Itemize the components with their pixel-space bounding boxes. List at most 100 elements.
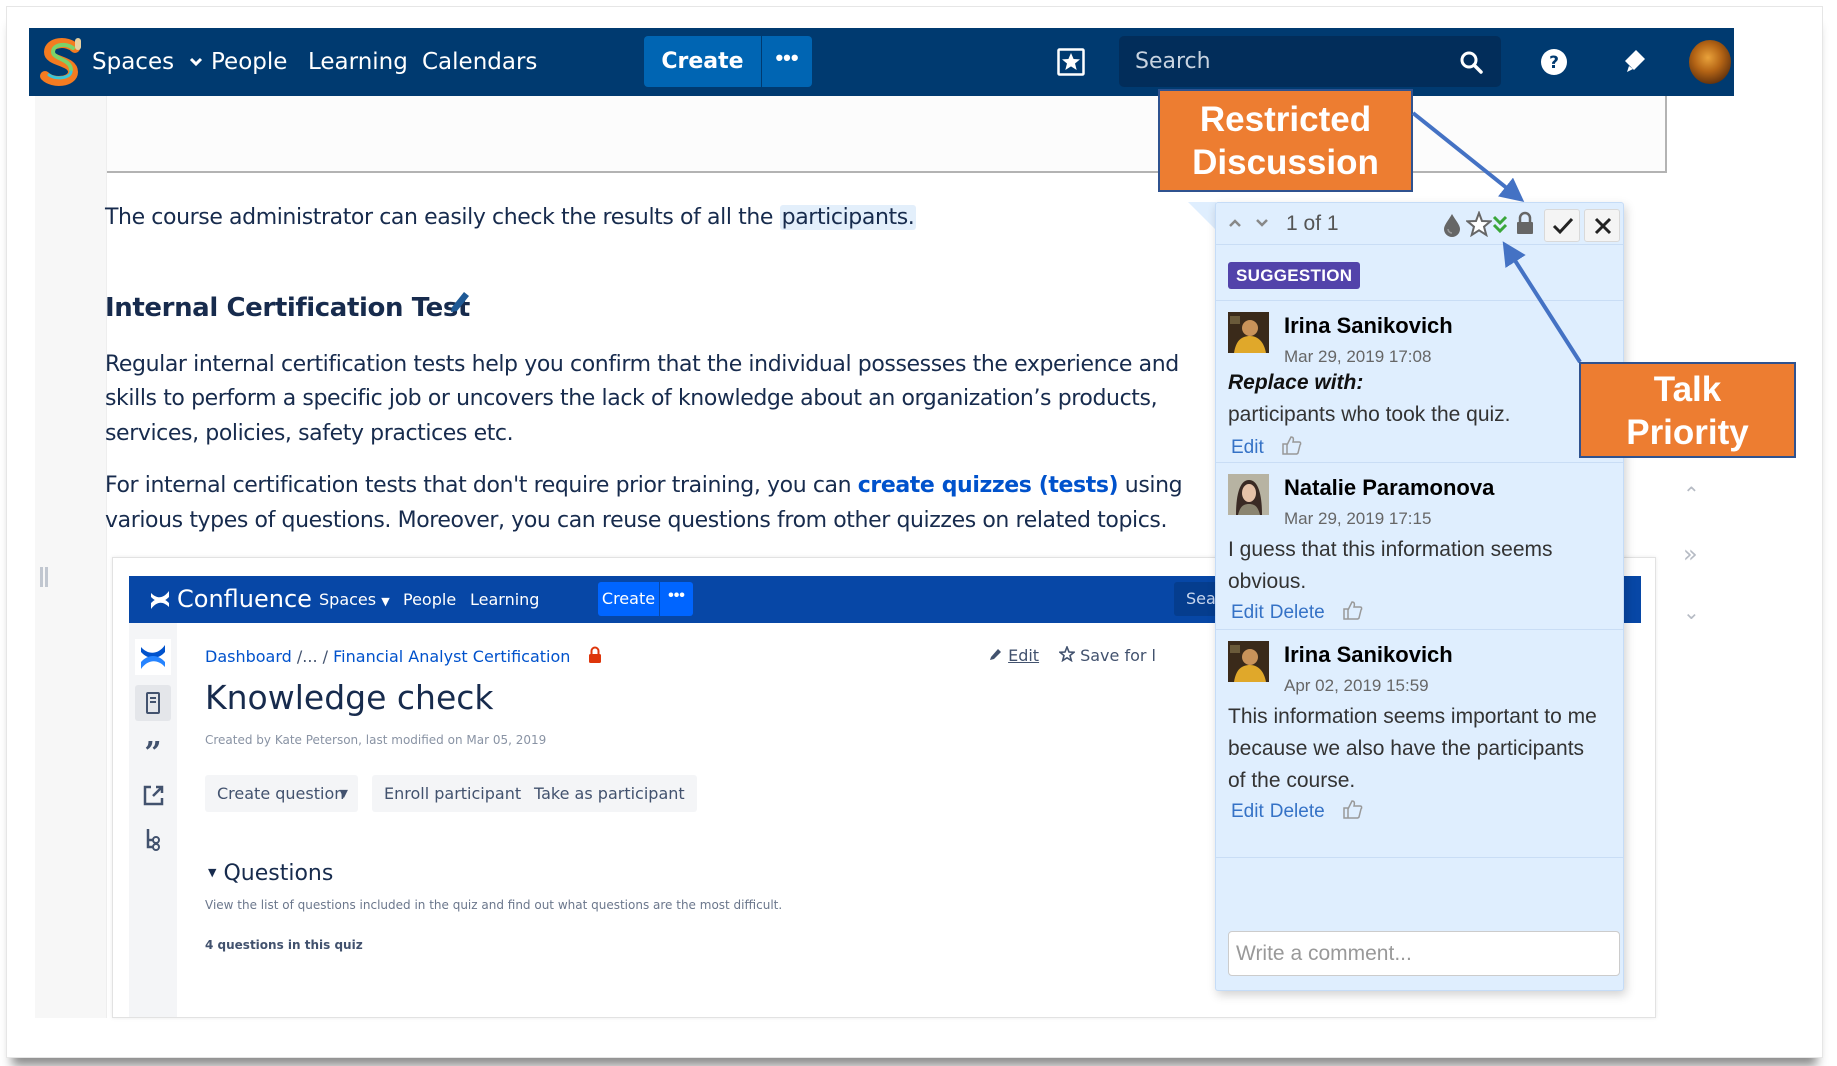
comment-body: This information seems important to me b… xyxy=(1228,705,1597,792)
scroll-down-icon[interactable]: ⌄ xyxy=(1683,600,1700,624)
confluence-logo-icon xyxy=(151,591,169,609)
delete-comment-link[interactable]: Delete xyxy=(1270,801,1325,822)
edit-comment-link[interactable]: Edit xyxy=(1231,437,1264,458)
talk-priority-icon[interactable] xyxy=(1491,214,1509,236)
comment-actions: Edit xyxy=(1231,434,1303,459)
comment-date: Apr 02, 2019 15:59 xyxy=(1284,676,1429,695)
embedded-save-label: Save for l xyxy=(1080,646,1156,665)
commenter-avatar xyxy=(1228,474,1269,515)
embedded-save-for-later: Save for l xyxy=(1057,644,1156,665)
embedded-nav-learning: Learning xyxy=(470,590,540,609)
search-box[interactable] xyxy=(1119,36,1501,87)
suggestion-badge: SUGGESTION xyxy=(1228,262,1361,289)
callout-line: Restricted xyxy=(1199,100,1372,139)
comment-date: Mar 29, 2019 17:08 xyxy=(1284,347,1432,366)
create-quizzes-link[interactable]: create quizzes (tests) xyxy=(858,473,1119,498)
expand-panel-icon[interactable]: » xyxy=(1683,540,1698,568)
commented-text-highlight[interactable]: participants. xyxy=(779,205,917,230)
paragraph-2-line-2: various types of questions. Moreover, yo… xyxy=(105,508,1168,533)
create-button[interactable]: Create xyxy=(644,36,761,87)
callout-line: Discussion xyxy=(1192,143,1379,182)
confluence-logo-icon xyxy=(135,639,171,675)
comment-item: Natalie Paramonova Mar 29, 2019 17:15 I … xyxy=(1216,463,1623,630)
svg-text:?: ? xyxy=(1549,53,1559,73)
callout-line: Priority xyxy=(1626,413,1749,452)
embedded-breadcrumb: Dashboard /... / Financial Analyst Certi… xyxy=(205,646,602,666)
svg-text:”: ” xyxy=(144,736,161,769)
more-create-options-button[interactable]: ••• xyxy=(762,36,812,87)
pencil-icon[interactable] xyxy=(447,288,473,314)
previous-comment-icon[interactable] xyxy=(1228,218,1242,228)
embedded-nav-spaces-label: Spaces xyxy=(319,590,377,609)
star-outline-icon[interactable] xyxy=(1466,211,1492,237)
page-header-area xyxy=(107,96,1667,173)
like-icon[interactable] xyxy=(1342,798,1364,820)
breadcrumb-dashboard: Dashboard xyxy=(205,647,292,666)
embedded-sidebar: ” xyxy=(129,623,177,1017)
chevron-down-icon: ▼ xyxy=(208,866,217,879)
comment-item: Irina Sanikovich Mar 29, 2019 17:08 Repl… xyxy=(1216,300,1623,463)
like-icon[interactable] xyxy=(1342,599,1364,621)
embedded-brand: Confluence xyxy=(177,585,312,613)
questions-title: Questions xyxy=(223,861,334,886)
intro-paragraph: The course administrator can easily chec… xyxy=(105,205,917,230)
embedded-create-button: Create xyxy=(598,582,659,616)
restricted-discussion-callout: Restricted Discussion xyxy=(1158,89,1413,192)
comment-actions: Edit Delete xyxy=(1231,798,1364,823)
close-icon xyxy=(1594,217,1612,235)
restricted-lock-icon[interactable] xyxy=(1516,211,1534,235)
paragraph-2-line-1: For internal certification tests that do… xyxy=(105,473,1183,498)
embedded-take-as-participant-button: Take as participant xyxy=(522,775,697,812)
intro-text: The course administrator can easily chec… xyxy=(105,205,780,230)
search-icon[interactable] xyxy=(1459,50,1483,74)
starred-icon[interactable] xyxy=(1057,48,1085,76)
embedded-byline: Created by Kate Peterson, last modified … xyxy=(205,733,547,747)
star-outline-icon xyxy=(1057,644,1077,663)
edit-comment-link[interactable]: Edit xyxy=(1231,801,1264,822)
help-icon[interactable]: ? xyxy=(1539,47,1569,77)
chevron-down-icon: ▼ xyxy=(381,595,390,608)
left-gutter xyxy=(35,96,107,1018)
close-button[interactable] xyxy=(1584,209,1620,242)
breadcrumb-ellipsis: /... xyxy=(296,647,318,666)
resolve-button[interactable] xyxy=(1544,209,1580,242)
pencil-icon xyxy=(990,649,1001,660)
breadcrumb-financial-analyst: Financial Analyst Certification xyxy=(333,647,571,666)
commenter-avatar xyxy=(1228,641,1269,682)
delete-comment-link[interactable]: Delete xyxy=(1270,602,1325,623)
color-drop-icon[interactable] xyxy=(1442,213,1462,237)
write-comment-input[interactable] xyxy=(1228,931,1620,976)
comment-panel-header: 1 of 1 xyxy=(1216,203,1623,245)
embedded-question-count: 4 questions in this quiz xyxy=(205,938,363,952)
edit-comment-link[interactable]: Edit xyxy=(1231,602,1264,623)
nav-people[interactable]: People xyxy=(211,28,287,96)
like-icon[interactable] xyxy=(1281,434,1303,456)
paragraph-2-text: For internal certification tests that do… xyxy=(105,473,858,498)
paragraph-1-line-2: skills to perform a specific job or unco… xyxy=(105,386,1158,411)
nav-calendars[interactable]: Calendars xyxy=(422,28,537,96)
comment-actions: Edit Delete xyxy=(1231,599,1364,624)
comment-author: Irina Sanikovich xyxy=(1284,642,1453,667)
comment-author: Irina Sanikovich xyxy=(1284,313,1453,338)
scroll-up-icon[interactable]: ⌃ xyxy=(1683,482,1700,506)
app-logo-icon[interactable] xyxy=(37,36,87,88)
sidebar-resize-handle[interactable] xyxy=(40,567,48,587)
embedded-edit-button: Edit xyxy=(989,646,1039,665)
comment-position-label: 1 of 1 xyxy=(1286,212,1339,235)
nav-spaces[interactable]: Spaces xyxy=(92,28,203,96)
chevron-down-icon: ▼ xyxy=(339,787,348,800)
commenter-avatar xyxy=(1228,312,1269,353)
inline-comment-panel: 1 of 1 SUGGESTION Irina Sanikovich Mar 2… xyxy=(1215,202,1624,991)
restricted-lock-icon xyxy=(588,646,601,663)
top-navigation-bar: Spaces People Learning Calendars Create … xyxy=(29,28,1734,96)
nav-learning[interactable]: Learning xyxy=(308,28,408,96)
suggestion-prefix: Replace with: xyxy=(1228,371,1364,394)
paragraph-1-line-1: Regular internal certification tests hel… xyxy=(105,352,1179,377)
nav-spaces-label: Spaces xyxy=(92,49,175,75)
search-input[interactable] xyxy=(1119,36,1449,87)
user-avatar[interactable] xyxy=(1689,40,1731,84)
next-comment-icon[interactable] xyxy=(1255,218,1269,228)
notifications-icon[interactable] xyxy=(1619,46,1649,76)
chevron-down-icon xyxy=(190,57,203,67)
create-question-label: Create question xyxy=(217,784,345,803)
